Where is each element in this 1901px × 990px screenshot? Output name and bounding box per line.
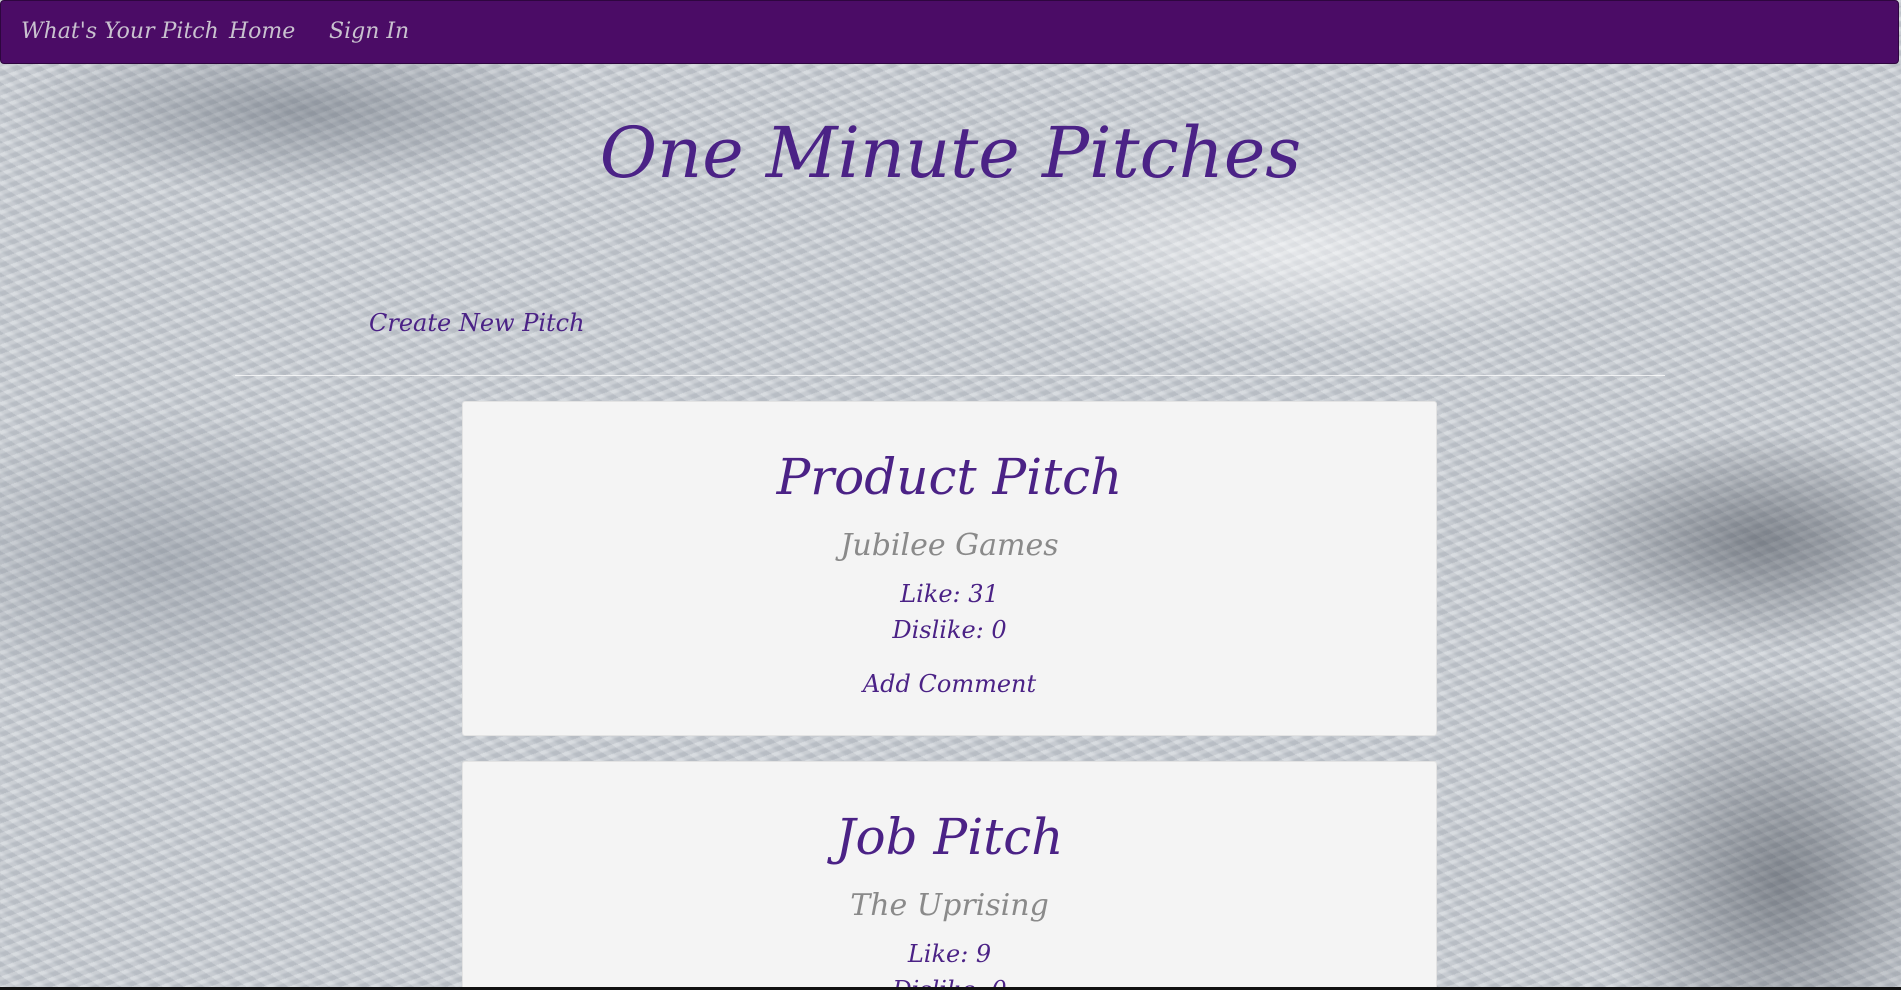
pitch-category: Job Pitch [835,808,1064,866]
pitch-category: Product Pitch [776,448,1123,506]
create-new-pitch-link[interactable]: Create New Pitch [369,309,585,337]
pitch-name: The Uprising [850,888,1049,923]
page-title: One Minute Pitches [599,112,1302,194]
nav-brand-link[interactable]: What's Your Pitch [21,19,219,44]
pitch-card: Product Pitch Jubilee Games Like: 31 Dis… [462,401,1437,736]
like-count[interactable]: Like: 31 [463,580,1436,608]
pitch-name: Jubilee Games [840,528,1059,563]
nav-home-link[interactable]: Home [229,19,295,44]
top-navbar: What's Your Pitch Home Sign In [0,0,1899,64]
section-divider [235,375,1665,376]
like-count[interactable]: Like: 9 [463,940,1436,968]
pitch-card: Job Pitch The Uprising Like: 9 Dislike: … [462,761,1437,990]
nav-sign-in-link[interactable]: Sign In [329,19,409,44]
add-comment-link[interactable]: Add Comment [463,670,1436,698]
dislike-count[interactable]: Dislike: 0 [463,616,1436,644]
